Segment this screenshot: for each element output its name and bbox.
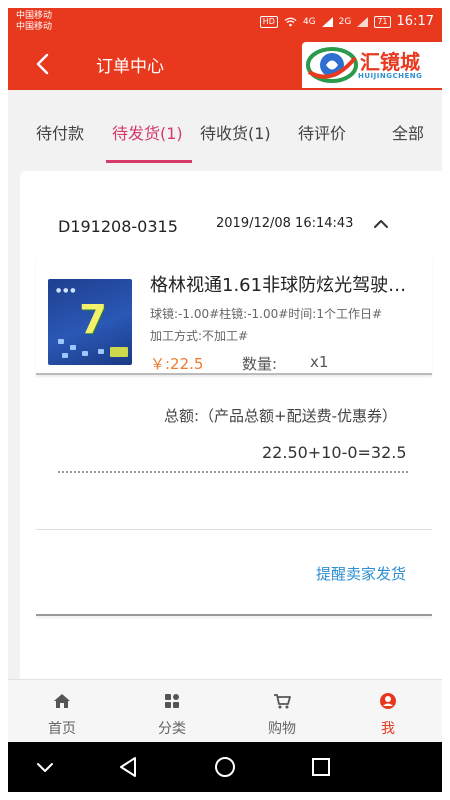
carrier-2: 中国移动 (16, 22, 53, 32)
thumb-digit: 7 (79, 297, 107, 343)
category-icon (165, 694, 179, 708)
home-circle-icon[interactable] (212, 754, 238, 780)
user-icon (380, 693, 396, 709)
order-time: 2019/12/08 16:14:43 (216, 216, 354, 231)
tab-pending-review[interactable]: 待评价 (298, 120, 346, 144)
thumb-dot (62, 353, 68, 358)
tab-pending-shipment[interactable]: 待发货(1) (112, 120, 183, 144)
total-value: 22.50+10-0=32.5 (262, 443, 407, 462)
logo-mark-icon (306, 47, 358, 83)
app-frame: 中国移动 中国移动 HD 4G 2G 71 16:17 订单中心 汇镜城 HUI… (8, 8, 442, 792)
thumb-dot (70, 345, 76, 350)
chevron-up-icon[interactable] (372, 215, 390, 233)
product-spec-line1: 球镜:-1.00#柱镜:-1.00#时间:1个工作日# (150, 307, 383, 321)
tab-pending-payment[interactable]: 待付款 (36, 120, 84, 144)
logo: 汇镜城 HUIJINGCHENG (302, 42, 442, 88)
clock: 16:17 (396, 14, 434, 29)
nav-home-label: 首页 (48, 721, 76, 737)
thumb-brand-mark: ● ● ● (56, 287, 76, 294)
divider (36, 529, 432, 530)
battery-icon: 71 (374, 15, 391, 28)
nav-home[interactable]: 首页 (22, 680, 102, 743)
logo-subtext: HUIJINGCHENG (358, 72, 423, 80)
product-title: 格林视通1.61非球防炫光驾驶镜片 (150, 275, 420, 296)
product-thumbnail: ● ● ● 7 (48, 279, 132, 365)
signal-icon (321, 16, 333, 27)
carrier-1: 中国移动 (16, 11, 53, 21)
chevron-down-icon[interactable] (32, 754, 58, 780)
tab-all[interactable]: 全部 (392, 120, 424, 144)
nav-me-label: 我 (381, 721, 395, 737)
order-card: D191208-0315 2019/12/08 16:14:43 ● ● ● 7… (20, 171, 442, 679)
status-icons: HD 4G 2G 71 16:17 (259, 14, 434, 29)
thumb-dot (82, 351, 88, 356)
product-price: ￥:22.5 (150, 355, 204, 373)
thumb-dot (58, 339, 64, 344)
status-bar: 中国移动 中国移动 HD 4G 2G 71 16:17 (8, 8, 442, 38)
signal-2-icon (357, 16, 369, 27)
carrier-info: 中国移动 中国移动 (16, 11, 52, 33)
nav-cart[interactable]: 购物 (242, 680, 322, 743)
logo-text: 汇镜城 (360, 50, 420, 74)
cart-icon (274, 694, 291, 709)
active-tab-indicator (106, 160, 192, 163)
nav-cart-label: 购物 (268, 721, 296, 737)
tab-pending-receipt[interactable]: 待收货(1) (200, 120, 271, 144)
thumb-dot (98, 349, 104, 354)
back-triangle-icon[interactable] (116, 754, 142, 780)
nav-me[interactable]: 我 (348, 680, 428, 743)
header: 订单中心 汇镜城 HUIJINGCHENG (8, 38, 442, 90)
system-nav-bar (8, 742, 442, 792)
product-qty-label: 数量: (242, 355, 278, 373)
recents-square-icon[interactable] (308, 754, 334, 780)
wifi-icon (284, 17, 297, 26)
remind-seller-button[interactable]: 提醒卖家发货 (316, 563, 406, 584)
total-label: 总额:（产品总额+配送费-优惠券） (164, 407, 398, 425)
product-qty: x1 (310, 353, 329, 371)
dotted-divider (58, 471, 408, 473)
signal-1-label: 4G (302, 16, 316, 27)
order-number: D191208-0315 (58, 217, 178, 236)
signal-2-label: 2G (338, 16, 352, 27)
product-spec-line2: 加工方式:不加工# (150, 329, 249, 343)
divider (36, 614, 432, 616)
home-icon (54, 694, 70, 708)
product-item[interactable]: ● ● ● 7 格林视通1.61非球防炫光驾驶镜片 球镜:-1.00#柱镜:-1… (36, 257, 432, 375)
nav-category-label: 分类 (158, 721, 186, 737)
bottom-nav: 首页 分类 购物 我 (8, 679, 442, 742)
back-icon[interactable] (30, 50, 56, 78)
hd-badge: HD (259, 15, 278, 28)
page-title: 订单中心 (96, 57, 164, 77)
order-tabs: 待付款 待发货(1) 待收货(1) 待评价 全部 (8, 90, 442, 168)
thumb-tag (110, 347, 128, 357)
nav-category[interactable]: 分类 (132, 680, 212, 743)
